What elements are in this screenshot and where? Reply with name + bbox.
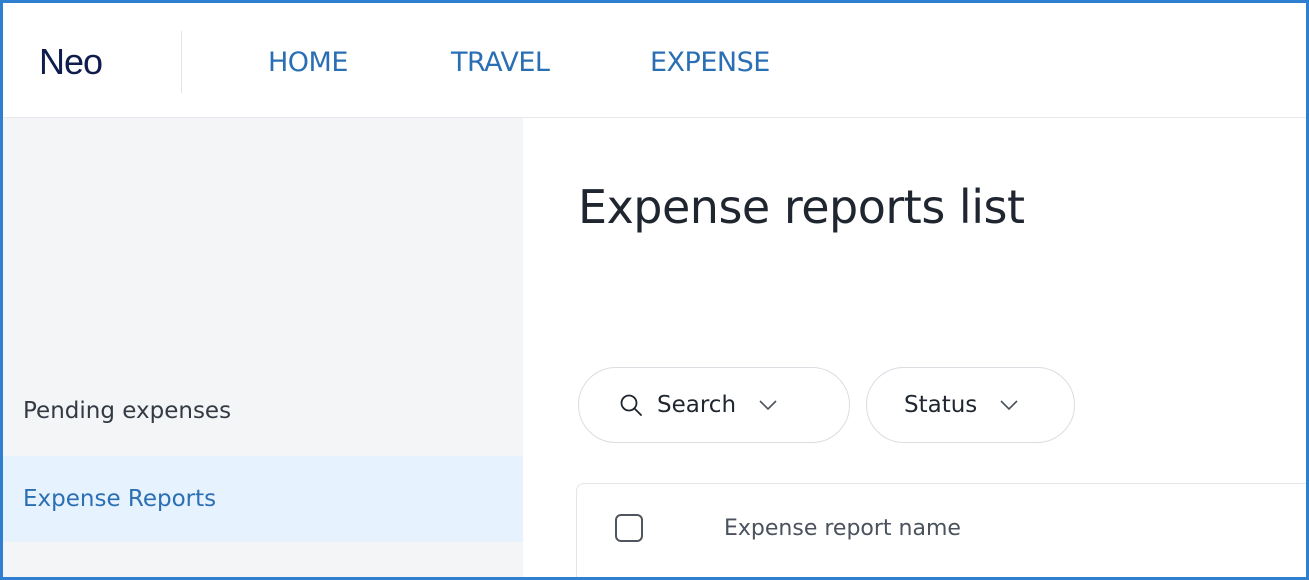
- sidebar-item-pending-expenses[interactable]: Pending expenses: [3, 368, 523, 454]
- sidebar-item-expense-reports[interactable]: Expense Reports: [3, 456, 523, 542]
- expense-reports-table: Expense report name: [576, 483, 1306, 577]
- sidebar-item-label: Expense Reports: [23, 486, 217, 512]
- column-header-expense-report-name[interactable]: Expense report name: [724, 516, 961, 541]
- nav-travel-link[interactable]: TRAVEL: [451, 47, 550, 78]
- chevron-down-icon: [999, 399, 1019, 411]
- main-content: Expense reports list Search Status Expen…: [523, 118, 1306, 577]
- search-filter-label: Search: [657, 392, 737, 418]
- chevron-down-icon: [758, 399, 778, 411]
- sidebar: Pending expenses Expense Reports: [3, 118, 523, 577]
- search-icon: [619, 393, 643, 417]
- status-filter-button[interactable]: Status: [866, 367, 1075, 443]
- search-filter-button[interactable]: Search: [578, 367, 850, 443]
- nav-home-link[interactable]: HOME: [268, 47, 348, 78]
- nav-expense-link[interactable]: EXPENSE: [650, 47, 770, 78]
- app-logo[interactable]: Neo: [39, 41, 103, 83]
- page-title: Expense reports list: [578, 180, 1025, 234]
- status-filter-label: Status: [904, 392, 978, 418]
- app-window: Neo HOME TRAVEL EXPENSE Pending expenses…: [0, 0, 1309, 580]
- select-all-checkbox[interactable]: [615, 514, 643, 542]
- sidebar-item-label: Pending expenses: [23, 398, 232, 424]
- top-navigation-bar: Neo HOME TRAVEL EXPENSE: [3, 3, 1306, 118]
- logo-divider: [181, 31, 182, 93]
